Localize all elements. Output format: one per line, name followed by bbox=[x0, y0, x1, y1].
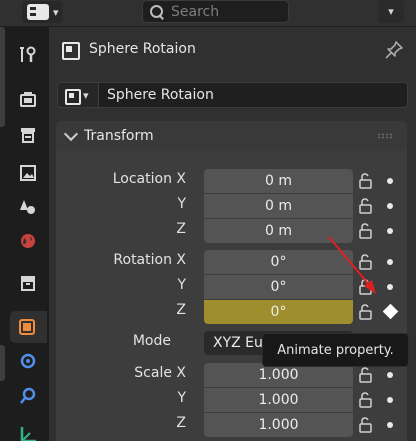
camera-back-icon bbox=[20, 92, 36, 107]
scale-z-field[interactable]: 1.000 bbox=[204, 413, 353, 437]
lock-open-icon[interactable] bbox=[357, 303, 375, 321]
properties-panel: Sphere Rotaion ▾ Sphere Rotaion Transfor… bbox=[47, 27, 416, 441]
location-x-field[interactable]: 0 m bbox=[204, 169, 353, 193]
rotation-x-label: Rotation X bbox=[113, 252, 186, 268]
search-input[interactable] bbox=[171, 3, 281, 20]
scale-x-label: Scale X bbox=[134, 365, 186, 381]
tab-modifiers[interactable] bbox=[12, 345, 44, 377]
search-icon bbox=[149, 4, 165, 20]
tab-output[interactable] bbox=[12, 119, 44, 151]
left-edge-strip bbox=[0, 345, 5, 381]
transform-header[interactable]: Transform bbox=[56, 121, 407, 151]
lock-open-icon[interactable] bbox=[357, 366, 375, 384]
chevron-down-icon bbox=[63, 126, 79, 141]
transform-panel: Transform Location X 0 m Y 0 m Z 0 m Rot… bbox=[56, 121, 407, 441]
world-globe-icon bbox=[21, 234, 35, 248]
lock-open-icon[interactable] bbox=[357, 222, 375, 240]
object-data-icon bbox=[59, 39, 80, 60]
object-title: Sphere Rotaion bbox=[89, 41, 196, 57]
editor-type-dropdown[interactable]: ▾ bbox=[22, 1, 62, 23]
tab-physics[interactable] bbox=[12, 379, 44, 411]
transform-title: Transform bbox=[84, 128, 154, 144]
drag-grip-icon[interactable] bbox=[377, 133, 393, 139]
tab-collection[interactable] bbox=[12, 267, 44, 299]
left-edge-strip bbox=[0, 27, 5, 127]
printer-icon bbox=[21, 128, 35, 143]
lock-open-icon[interactable] bbox=[357, 391, 375, 409]
object-type-dropdown[interactable]: ▾ bbox=[57, 82, 99, 108]
tab-view-layer[interactable] bbox=[12, 157, 44, 189]
pin-icon[interactable] bbox=[384, 40, 404, 60]
properties-editor-icon bbox=[27, 4, 49, 20]
lock-open-icon[interactable] bbox=[357, 197, 375, 215]
location-z-label: Z bbox=[176, 221, 186, 237]
keyframe-diamond-icon[interactable] bbox=[382, 303, 399, 320]
tab-tool[interactable] bbox=[12, 39, 44, 71]
transform-body: Location X 0 m Y 0 m Z 0 m Rotation X 0°… bbox=[56, 151, 407, 441]
lock-open-icon[interactable] bbox=[357, 172, 375, 190]
keyframe-dot-icon[interactable] bbox=[387, 284, 393, 290]
rotation-z-field[interactable]: 0° bbox=[204, 300, 353, 324]
wrench-screwdriver-icon bbox=[20, 46, 36, 62]
chevron-down-icon: ▾ bbox=[388, 5, 394, 18]
chevron-down-icon: ▾ bbox=[53, 5, 59, 19]
lock-open-icon[interactable] bbox=[357, 416, 375, 434]
header-bar: ▾ ▾ bbox=[0, 0, 416, 27]
rotation-z-label: Z bbox=[176, 302, 186, 318]
constraint-icon bbox=[20, 427, 36, 441]
tab-constraints[interactable] bbox=[12, 417, 44, 441]
scene-cone-sphere-icon bbox=[20, 200, 35, 214]
object-header: Sphere Rotaion bbox=[59, 39, 196, 60]
image-icon bbox=[20, 165, 36, 181]
object-square-icon bbox=[18, 319, 35, 335]
collection-box-icon bbox=[21, 276, 35, 291]
scale-y-label: Y bbox=[177, 390, 186, 406]
tab-world[interactable] bbox=[12, 225, 44, 257]
keyframe-dot-icon[interactable] bbox=[387, 422, 393, 428]
tab-object[interactable] bbox=[10, 311, 47, 343]
object-name-field[interactable]: Sphere Rotaion bbox=[99, 82, 408, 108]
options-dropdown[interactable]: ▾ bbox=[378, 0, 404, 23]
rotation-x-field[interactable]: 0° bbox=[204, 250, 353, 274]
keyframe-dot-icon[interactable] bbox=[387, 178, 393, 184]
location-y-field[interactable]: 0 m bbox=[204, 194, 353, 218]
rotation-y-field[interactable]: 0° bbox=[204, 275, 353, 299]
lock-open-icon[interactable] bbox=[357, 253, 375, 271]
modifier-icon bbox=[20, 353, 36, 369]
search-field[interactable] bbox=[142, 0, 289, 23]
physics-icon bbox=[20, 387, 36, 404]
object-data-icon bbox=[64, 88, 81, 105]
tab-render[interactable] bbox=[12, 83, 44, 115]
chevron-down-icon: ▾ bbox=[83, 88, 89, 102]
location-x-label: Location X bbox=[112, 171, 186, 187]
scale-y-field[interactable]: 1.000 bbox=[204, 388, 353, 412]
tab-scene[interactable] bbox=[12, 191, 44, 223]
panel-divider bbox=[47, 27, 49, 441]
keyframe-dot-icon[interactable] bbox=[387, 397, 393, 403]
location-y-label: Y bbox=[177, 196, 186, 212]
lock-open-icon[interactable] bbox=[357, 278, 375, 296]
keyframe-dot-icon[interactable] bbox=[387, 259, 393, 265]
keyframe-dot-icon[interactable] bbox=[387, 372, 393, 378]
keyframe-dot-icon[interactable] bbox=[387, 203, 393, 209]
location-z-field[interactable]: 0 m bbox=[204, 219, 353, 243]
keyframe-dot-icon[interactable] bbox=[387, 228, 393, 234]
scale-z-label: Z bbox=[176, 415, 186, 431]
properties-tab-strip bbox=[0, 27, 47, 441]
object-name-row: ▾ Sphere Rotaion bbox=[57, 82, 408, 108]
mode-label: Mode bbox=[132, 333, 171, 349]
tooltip: Animate property. bbox=[262, 333, 409, 367]
rotation-y-label: Y bbox=[177, 277, 186, 293]
